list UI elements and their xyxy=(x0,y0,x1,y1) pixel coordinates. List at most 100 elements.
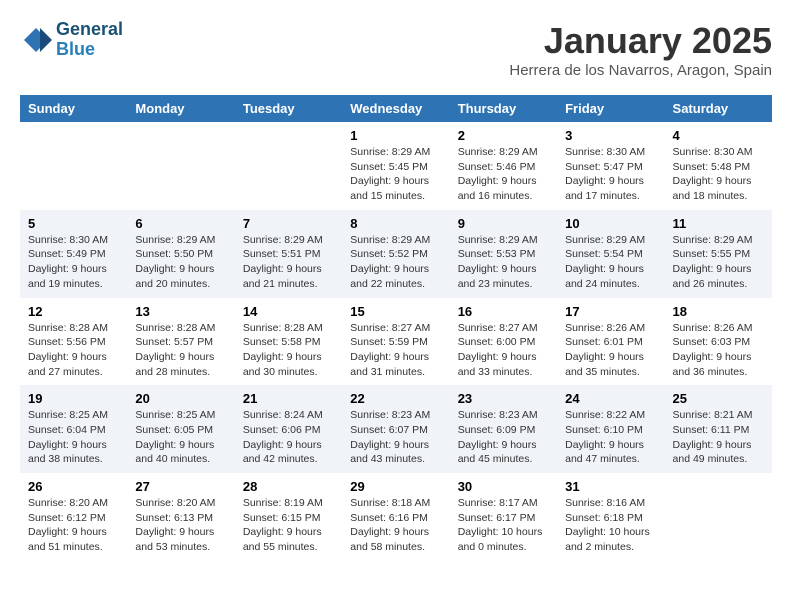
calendar-header: SundayMondayTuesdayWednesdayThursdayFrid… xyxy=(20,95,772,122)
calendar-cell: 25 Sunrise: 8:21 AMSunset: 6:11 PMDayligh… xyxy=(665,385,772,473)
calendar-cell xyxy=(235,122,342,210)
logo-text: General Blue xyxy=(56,20,123,60)
logo: General Blue xyxy=(20,20,123,60)
calendar-cell: 23Sunrise: 8:23 AMSunset: 6:09 PMDayligh… xyxy=(450,385,557,473)
calendar-cell: 10 Sunrise: 8:29 AMSunset: 5:54 PMDayligh… xyxy=(557,210,664,298)
calendar-cell: 11Sunrise: 8:29 AMSunset: 5:55 PMDayligh… xyxy=(665,210,772,298)
calendar-cell xyxy=(20,122,127,210)
day-number: 31 xyxy=(565,479,656,494)
calendar-cell: 22 Sunrise: 8:23 AMSunset: 6:07 PMDayligh… xyxy=(342,385,449,473)
calendar-cell: 19 Sunrise: 8:25 AMSunset: 6:04 PMDayligh… xyxy=(20,385,127,473)
calendar-cell: 20Sunrise: 8:25 AMSunset: 6:05 PMDayligh… xyxy=(127,385,234,473)
day-info: Sunrise: 8:21 AMSunset: 6:11 PMDaylight:… xyxy=(673,408,764,467)
logo-icon xyxy=(20,24,52,56)
day-number: 8 xyxy=(350,216,441,231)
day-number: 26 xyxy=(28,479,119,494)
day-number: 13 xyxy=(135,304,226,319)
calendar-week-1: 1Sunrise: 8:29 AMSunset: 5:45 PMDaylight… xyxy=(20,122,772,210)
day-number: 19 xyxy=(28,391,119,406)
title-block: January 2025 Herrera de los Navarros, Ar… xyxy=(509,20,772,79)
day-info: Sunrise: 8:23 AMSunset: 6:07 PMDaylight:… xyxy=(350,408,441,467)
location-subtitle: Herrera de los Navarros, Aragon, Spain xyxy=(509,62,772,79)
calendar-cell: 29Sunrise: 8:18 AMSunset: 6:16 PMDayligh… xyxy=(342,473,449,561)
day-info: Sunrise: 8:30 AMSunset: 5:48 PMDaylight:… xyxy=(673,145,764,204)
calendar-cell xyxy=(665,473,772,561)
day-info: Sunrise: 8:29 AMSunset: 5:54 PMDaylight:… xyxy=(565,233,656,292)
day-number: 3 xyxy=(565,128,656,143)
day-info: Sunrise: 8:29 AMSunset: 5:52 PMDaylight:… xyxy=(350,233,441,292)
calendar-cell: 4 Sunrise: 8:30 AMSunset: 5:48 PMDaylight… xyxy=(665,122,772,210)
day-number: 22 xyxy=(350,391,441,406)
day-number: 2 xyxy=(458,128,549,143)
day-info: Sunrise: 8:19 AMSunset: 6:15 PMDaylight:… xyxy=(243,496,334,555)
day-number: 25 xyxy=(673,391,764,406)
weekday-header-saturday: Saturday xyxy=(665,95,772,122)
day-info: Sunrise: 8:25 AMSunset: 6:05 PMDaylight:… xyxy=(135,408,226,467)
day-info: Sunrise: 8:29 AMSunset: 5:46 PMDaylight:… xyxy=(458,145,549,204)
day-number: 11 xyxy=(673,216,764,231)
day-number: 7 xyxy=(243,216,334,231)
day-info: Sunrise: 8:24 AMSunset: 6:06 PMDaylight:… xyxy=(243,408,334,467)
calendar-cell: 1Sunrise: 8:29 AMSunset: 5:45 PMDaylight… xyxy=(342,122,449,210)
calendar-cell: 24 Sunrise: 8:22 AMSunset: 6:10 PMDayligh… xyxy=(557,385,664,473)
day-info: Sunrise: 8:26 AMSunset: 6:03 PMDaylight:… xyxy=(673,321,764,380)
day-number: 4 xyxy=(673,128,764,143)
calendar-cell: 16 Sunrise: 8:27 AMSunset: 6:00 PMDayligh… xyxy=(450,298,557,386)
day-info: Sunrise: 8:22 AMSunset: 6:10 PMDaylight:… xyxy=(565,408,656,467)
calendar-cell: 7 Sunrise: 8:29 AMSunset: 5:51 PMDaylight… xyxy=(235,210,342,298)
calendar-cell: 18 Sunrise: 8:26 AMSunset: 6:03 PMDayligh… xyxy=(665,298,772,386)
calendar-week-5: 26 Sunrise: 8:20 AMSunset: 6:12 PMDayligh… xyxy=(20,473,772,561)
day-number: 14 xyxy=(243,304,334,319)
day-number: 6 xyxy=(135,216,226,231)
day-info: Sunrise: 8:27 AMSunset: 6:00 PMDaylight:… xyxy=(458,321,549,380)
weekday-header-tuesday: Tuesday xyxy=(235,95,342,122)
day-number: 9 xyxy=(458,216,549,231)
weekday-header-monday: Monday xyxy=(127,95,234,122)
calendar-cell: 2 Sunrise: 8:29 AMSunset: 5:46 PMDaylight… xyxy=(450,122,557,210)
calendar-cell: 31 Sunrise: 8:16 AMSunset: 6:18 PMDayligh… xyxy=(557,473,664,561)
calendar-cell: 3 Sunrise: 8:30 AMSunset: 5:47 PMDaylight… xyxy=(557,122,664,210)
calendar-cell: 13 Sunrise: 8:28 AMSunset: 5:57 PMDayligh… xyxy=(127,298,234,386)
calendar-cell: 12 Sunrise: 8:28 AMSunset: 5:56 PMDayligh… xyxy=(20,298,127,386)
day-number: 1 xyxy=(350,128,441,143)
day-info: Sunrise: 8:29 AMSunset: 5:53 PMDaylight:… xyxy=(458,233,549,292)
day-number: 21 xyxy=(243,391,334,406)
day-info: Sunrise: 8:28 AMSunset: 5:57 PMDaylight:… xyxy=(135,321,226,380)
day-number: 12 xyxy=(28,304,119,319)
day-number: 18 xyxy=(673,304,764,319)
day-number: 29 xyxy=(350,479,441,494)
month-title: January 2025 xyxy=(509,20,772,62)
day-info: Sunrise: 8:29 AMSunset: 5:50 PMDaylight:… xyxy=(135,233,226,292)
day-info: Sunrise: 8:20 AMSunset: 6:12 PMDaylight:… xyxy=(28,496,119,555)
day-info: Sunrise: 8:17 AMSunset: 6:17 PMDaylight:… xyxy=(458,496,549,555)
day-number: 15 xyxy=(350,304,441,319)
day-number: 17 xyxy=(565,304,656,319)
calendar-cell: 26 Sunrise: 8:20 AMSunset: 6:12 PMDayligh… xyxy=(20,473,127,561)
day-info: Sunrise: 8:20 AMSunset: 6:13 PMDaylight:… xyxy=(135,496,226,555)
day-number: 27 xyxy=(135,479,226,494)
calendar-cell xyxy=(127,122,234,210)
calendar-cell: 27 Sunrise: 8:20 AMSunset: 6:13 PMDayligh… xyxy=(127,473,234,561)
day-info: Sunrise: 8:28 AMSunset: 5:58 PMDaylight:… xyxy=(243,321,334,380)
calendar-cell: 15 Sunrise: 8:27 AMSunset: 5:59 PMDayligh… xyxy=(342,298,449,386)
calendar-cell: 17 Sunrise: 8:26 AMSunset: 6:01 PMDayligh… xyxy=(557,298,664,386)
calendar-week-2: 5Sunrise: 8:30 AMSunset: 5:49 PMDaylight… xyxy=(20,210,772,298)
day-number: 30 xyxy=(458,479,549,494)
day-info: Sunrise: 8:16 AMSunset: 6:18 PMDaylight:… xyxy=(565,496,656,555)
day-info: Sunrise: 8:25 AMSunset: 6:04 PMDaylight:… xyxy=(28,408,119,467)
weekday-header-wednesday: Wednesday xyxy=(342,95,449,122)
day-number: 10 xyxy=(565,216,656,231)
day-number: 28 xyxy=(243,479,334,494)
day-number: 16 xyxy=(458,304,549,319)
calendar-cell: 21 Sunrise: 8:24 AMSunset: 6:06 PMDayligh… xyxy=(235,385,342,473)
day-info: Sunrise: 8:27 AMSunset: 5:59 PMDaylight:… xyxy=(350,321,441,380)
calendar-table: SundayMondayTuesdayWednesdayThursdayFrid… xyxy=(20,95,772,561)
day-info: Sunrise: 8:28 AMSunset: 5:56 PMDaylight:… xyxy=(28,321,119,380)
day-info: Sunrise: 8:30 AMSunset: 5:47 PMDaylight:… xyxy=(565,145,656,204)
day-number: 24 xyxy=(565,391,656,406)
calendar-cell: 6 Sunrise: 8:29 AMSunset: 5:50 PMDaylight… xyxy=(127,210,234,298)
day-info: Sunrise: 8:26 AMSunset: 6:01 PMDaylight:… xyxy=(565,321,656,380)
day-info: Sunrise: 8:23 AMSunset: 6:09 PMDaylight:… xyxy=(458,408,549,467)
day-info: Sunrise: 8:29 AMSunset: 5:51 PMDaylight:… xyxy=(243,233,334,292)
calendar-cell: 9 Sunrise: 8:29 AMSunset: 5:53 PMDaylight… xyxy=(450,210,557,298)
